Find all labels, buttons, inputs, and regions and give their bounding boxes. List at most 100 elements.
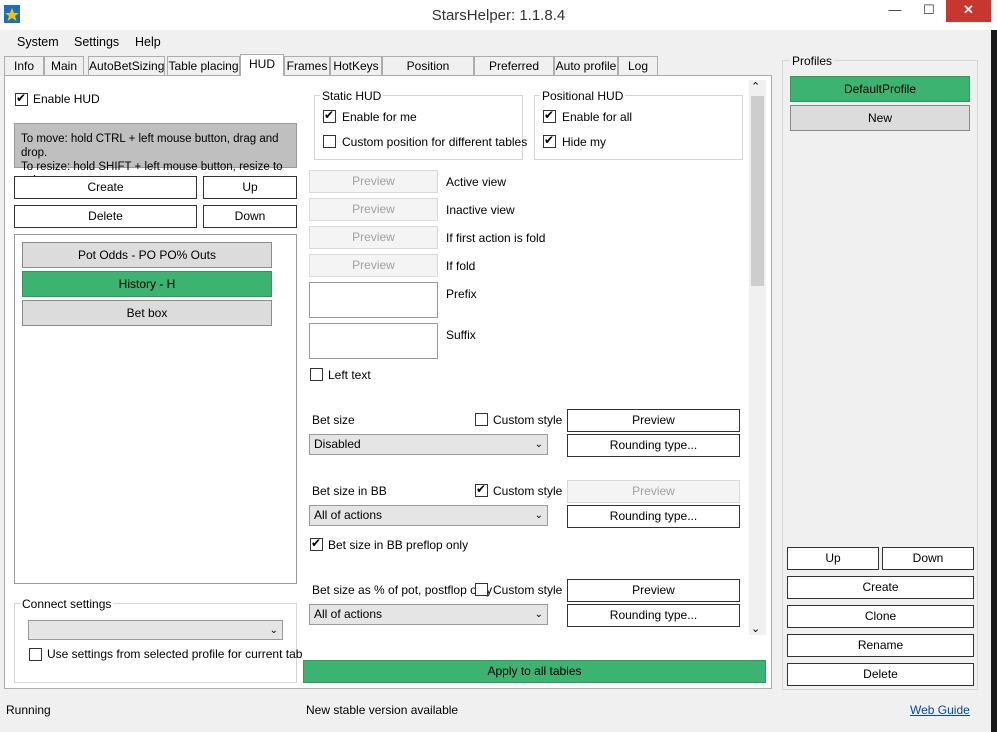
profile-up-button[interactable]: Up — [787, 547, 879, 570]
move-resize-hint: To move: hold CTRL + left mouse button, … — [14, 123, 297, 187]
first-fold-preview-button[interactable]: Preview — [309, 226, 438, 249]
connect-settings-group — [14, 603, 297, 683]
inactive-view-preview-button[interactable]: Preview — [309, 198, 438, 221]
menu-system[interactable]: System — [17, 35, 59, 49]
bb-preflop-only-label: Bet size in BB preflop only — [328, 538, 469, 552]
enable-hud-label: Enable HUD — [33, 92, 100, 106]
prefix-input[interactable] — [309, 282, 438, 318]
enable-for-all-checkbox[interactable] — [543, 108, 556, 123]
tab-autobetsizing[interactable]: AutoBetSizing — [88, 56, 165, 75]
connect-settings-select[interactable]: ⌄ — [28, 620, 283, 640]
active-view-preview-button[interactable]: Preview — [309, 170, 438, 193]
hud-create-button[interactable]: Create — [14, 176, 197, 199]
menu-settings[interactable]: Settings — [74, 35, 119, 49]
bet-size-bb-custom-style-label: Custom style — [493, 484, 563, 498]
status-running: Running — [6, 703, 51, 717]
profile-item-new[interactable]: New — [790, 105, 970, 131]
suffix-label: Suffix — [446, 328, 476, 342]
first-fold-label: If first action is fold — [446, 231, 546, 245]
tab-main[interactable]: Main — [44, 56, 84, 75]
hud-down-button[interactable]: Down — [203, 205, 297, 228]
bet-pct-preview-button[interactable]: Preview — [567, 579, 740, 602]
tab-position-template[interactable]: Position template — [382, 56, 474, 91]
bet-pct-select[interactable]: All of actions ⌄ — [309, 604, 548, 625]
title-bar: StarsHelper: 1.1.8.4 — ☐ ✕ — [0, 0, 997, 30]
if-fold-preview-button[interactable]: Preview — [309, 254, 438, 277]
custom-position-checkbox[interactable] — [323, 135, 336, 148]
profile-item-default[interactable]: DefaultProfile — [790, 76, 970, 102]
profile-create-button[interactable]: Create — [787, 576, 974, 599]
status-update-message: New stable version available — [306, 703, 459, 717]
hud-delete-button[interactable]: Delete — [14, 205, 197, 228]
tab-auto-profile[interactable]: Auto profile — [554, 56, 618, 75]
static-hud-group — [314, 95, 523, 160]
use-profile-settings-label: Use settings from selected profile for c… — [47, 647, 303, 661]
static-enable-for-me-checkbox[interactable] — [323, 108, 336, 123]
window-title: StarsHelper: 1.1.8.4 — [431, 7, 566, 24]
bet-pct-label: Bet size as % of pot, postflop only — [312, 583, 493, 597]
bet-size-bb-preview-button[interactable]: Preview — [567, 480, 740, 503]
profile-clone-button[interactable]: Clone — [787, 605, 974, 628]
bet-pct-rounding-button[interactable]: Rounding type... — [567, 604, 740, 627]
minimize-button[interactable]: — — [880, 0, 910, 22]
positional-hud-title: Positional HUD — [540, 89, 626, 103]
tab-log[interactable]: Log — [618, 56, 658, 75]
chevron-down-icon: ⌄ — [269, 625, 278, 636]
bet-size-label: Bet size — [312, 413, 355, 427]
bet-size-custom-style-checkbox[interactable] — [475, 413, 488, 426]
bet-pct-custom-style-label: Custom style — [493, 583, 563, 597]
bet-size-bb-select[interactable]: All of actions ⌄ — [309, 505, 548, 526]
custom-position-label: Custom position for different tables — [342, 135, 528, 149]
bet-size-select-value: Disabled — [314, 437, 361, 451]
active-view-label: Active view — [446, 175, 507, 189]
bet-pct-select-value: All of actions — [314, 607, 383, 621]
hint-move-text: To move: hold CTRL + left mouse button, … — [21, 133, 279, 159]
use-profile-settings-checkbox[interactable] — [29, 648, 42, 661]
hud-up-button[interactable]: Up — [203, 176, 297, 199]
tab-hotkeys[interactable]: HotKeys — [330, 56, 382, 75]
left-text-checkbox[interactable] — [310, 368, 323, 381]
hud-item-bet-box[interactable]: Bet box — [22, 300, 272, 326]
connect-settings-title: Connect settings — [20, 597, 114, 611]
chevron-down-icon: ⌄ — [534, 510, 543, 521]
suffix-input[interactable] — [309, 323, 438, 359]
apply-to-all-tables-button[interactable]: Apply to all tables — [303, 660, 766, 683]
bet-pct-custom-style-checkbox[interactable] — [475, 583, 488, 596]
prefix-label: Prefix — [446, 287, 477, 301]
tab-preferred-seat[interactable]: Preferred Seat — [474, 56, 554, 91]
hud-item-pot-odds[interactable]: Pot Odds - PO PO% Outs — [22, 242, 272, 268]
enable-hud-checkbox[interactable] — [15, 91, 28, 106]
web-guide-link[interactable]: Web Guide — [910, 703, 970, 717]
profile-delete-button[interactable]: Delete — [787, 663, 974, 686]
scroll-up-icon[interactable]: ⌃ — [751, 80, 760, 93]
positional-hud-group — [534, 95, 743, 160]
enable-for-all-label: Enable for all — [562, 110, 633, 124]
static-hud-title: Static HUD — [320, 89, 384, 103]
hud-item-history[interactable]: History - H — [22, 271, 272, 297]
tab-info[interactable]: Info — [4, 56, 44, 75]
profile-down-button[interactable]: Down — [882, 547, 974, 570]
profiles-title: Profiles — [790, 54, 835, 68]
bet-size-bb-select-value: All of actions — [314, 508, 383, 522]
inactive-view-label: Inactive view — [446, 203, 515, 217]
menu-help[interactable]: Help — [135, 35, 161, 49]
bb-preflop-only-checkbox[interactable] — [310, 536, 323, 551]
bet-size-bb-rounding-button[interactable]: Rounding type... — [567, 505, 740, 528]
scroll-down-icon[interactable]: ⌄ — [751, 622, 760, 635]
bet-size-bb-label: Bet size in BB — [312, 484, 387, 498]
scrollbar-thumb[interactable] — [751, 96, 764, 286]
hide-my-checkbox[interactable] — [543, 133, 556, 148]
profile-rename-button[interactable]: Rename — [787, 634, 974, 657]
tab-table-placing[interactable]: Table placing — [167, 56, 240, 75]
chevron-down-icon: ⌄ — [534, 439, 543, 450]
bet-size-bb-custom-style-checkbox[interactable] — [475, 482, 488, 497]
maximize-button[interactable]: ☐ — [914, 0, 944, 22]
tab-frames[interactable]: Frames — [284, 56, 330, 75]
tab-hud[interactable]: HUD — [240, 54, 284, 76]
bet-size-select[interactable]: Disabled ⌄ — [309, 434, 548, 455]
left-text-label: Left text — [328, 368, 371, 382]
close-button[interactable]: ✕ — [946, 0, 991, 22]
bet-size-preview-button[interactable]: Preview — [567, 409, 740, 432]
hide-my-label: Hide my — [562, 135, 607, 149]
bet-size-rounding-button[interactable]: Rounding type... — [567, 434, 740, 457]
